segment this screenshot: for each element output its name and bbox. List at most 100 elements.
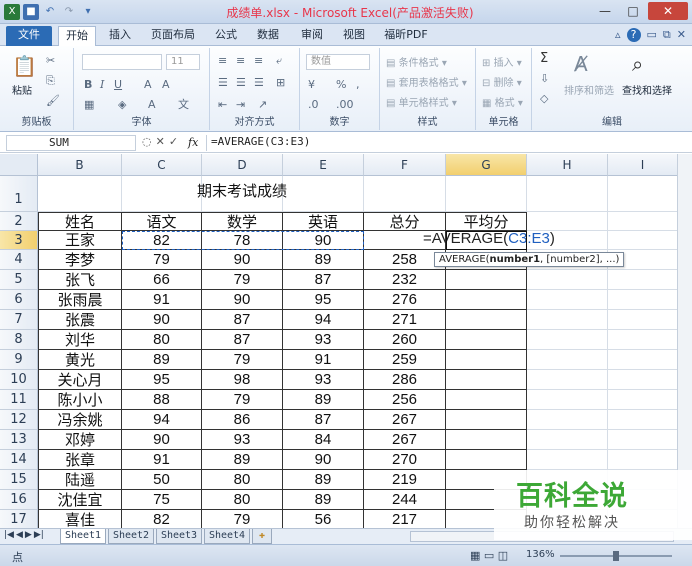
student-name-cell[interactable]: 邓婷 [38, 430, 122, 450]
grid-cell[interactable] [527, 430, 608, 450]
expand-icon[interactable]: ◌ [142, 135, 152, 148]
score-cell[interactable]: 270 [364, 450, 446, 470]
tab-foxit-pdf[interactable]: 福昕PDF [380, 26, 432, 46]
grid-cell[interactable] [608, 310, 678, 330]
score-cell[interactable]: 86 [202, 410, 283, 430]
cancel-icon[interactable]: ✕ [156, 135, 165, 148]
score-cell[interactable]: 232 [364, 270, 446, 290]
tab-data[interactable]: 数据 [250, 26, 286, 46]
score-cell[interactable]: 79 [202, 510, 283, 528]
grid-cell[interactable] [608, 390, 678, 410]
format-painter-icon[interactable]: 🖌 [46, 94, 60, 108]
grid-cell[interactable] [527, 450, 608, 470]
row-header-15[interactable]: 15 [0, 470, 38, 490]
column-header-e[interactable]: E [283, 154, 364, 176]
sort-filter-button[interactable]: 排序和筛选 [564, 82, 614, 97]
grid-cell[interactable] [608, 350, 678, 370]
score-cell[interactable]: 93 [283, 370, 364, 390]
score-cell[interactable]: 80 [202, 490, 283, 510]
format-cells-button[interactable]: ▦ 格式 ▾ [482, 94, 523, 109]
paste-button[interactable]: 粘贴 [12, 82, 32, 97]
decrease-decimal-icon[interactable]: .00 [336, 98, 354, 112]
score-cell[interactable]: 271 [364, 310, 446, 330]
sheet-tab-sheet1[interactable]: Sheet1 [60, 529, 106, 544]
number-format-combo[interactable]: 数值 [306, 54, 370, 70]
row-header-11[interactable]: 11 [0, 390, 38, 410]
find-select-button[interactable]: 查找和选择 [622, 82, 672, 97]
row-header-8[interactable]: 8 [0, 330, 38, 350]
increase-decimal-icon[interactable]: .0 [308, 98, 319, 112]
name-box[interactable]: SUM [6, 135, 136, 151]
clear-icon[interactable]: ◇ [540, 92, 548, 106]
paste-icon[interactable]: 📋 [12, 54, 37, 78]
cell-styles-button[interactable]: ▤ 单元格样式 ▾ [386, 94, 457, 109]
score-cell[interactable] [446, 390, 527, 410]
row-header-5[interactable]: 5 [0, 270, 38, 290]
workbook-close-icon[interactable]: ✕ [677, 28, 686, 42]
row-header-4[interactable]: 4 [0, 250, 38, 270]
row-header-10[interactable]: 10 [0, 370, 38, 390]
score-cell[interactable]: 75 [122, 490, 202, 510]
phonetic-icon[interactable]: 文 [178, 98, 189, 112]
score-cell[interactable]: 87 [202, 310, 283, 330]
grid-cell[interactable] [608, 410, 678, 430]
view-buttons[interactable]: ▦ ▭ ◫ [470, 549, 508, 562]
score-cell[interactable]: 259 [364, 350, 446, 370]
zoom-slider[interactable] [560, 551, 672, 561]
workbook-minimize-icon[interactable]: ▭ [647, 28, 657, 42]
cut-icon[interactable]: ✂ [46, 54, 55, 68]
grid-cell[interactable] [527, 390, 608, 410]
student-name-cell[interactable]: 关心月 [38, 370, 122, 390]
bold-button[interactable]: B [84, 78, 92, 92]
tab-page-layout[interactable]: 页面布局 [144, 26, 202, 46]
row-header-13[interactable]: 13 [0, 430, 38, 450]
score-cell[interactable]: 286 [364, 370, 446, 390]
score-cell[interactable] [446, 330, 527, 350]
column-header-g[interactable]: G [446, 154, 527, 176]
grid-cell[interactable] [527, 370, 608, 390]
grid-cell[interactable] [608, 430, 678, 450]
align-top-icon[interactable]: ≡ [218, 54, 227, 68]
score-cell[interactable]: 267 [364, 410, 446, 430]
align-center-icon[interactable]: ☰ [236, 76, 246, 90]
format-as-table-button[interactable]: ▤ 套用表格格式 ▾ [386, 74, 467, 89]
zoom-slider-thumb[interactable] [613, 551, 619, 561]
student-name-cell[interactable]: 刘华 [38, 330, 122, 350]
score-cell[interactable]: 87 [283, 410, 364, 430]
fill-color-icon[interactable]: ◈ [118, 98, 126, 112]
grid-cell[interactable] [608, 270, 678, 290]
grid-cell[interactable] [527, 270, 608, 290]
next-sheet-icon[interactable]: ▶ [25, 530, 32, 540]
score-cell[interactable]: 98 [202, 370, 283, 390]
score-cell[interactable]: 79 [202, 390, 283, 410]
sheet-tab-sheet4[interactable]: Sheet4 [204, 529, 250, 544]
sheet-tab-sheet2[interactable]: Sheet2 [108, 529, 154, 544]
font-grow-icon[interactable]: A [144, 78, 152, 92]
score-cell[interactable]: 90 [202, 290, 283, 310]
insert-cells-button[interactable]: ⊞ 插入 ▾ [482, 54, 522, 69]
grid-cell[interactable] [527, 176, 608, 212]
row-header-9[interactable]: 9 [0, 350, 38, 370]
score-cell[interactable] [446, 450, 527, 470]
tab-formulas[interactable]: 公式 [208, 26, 244, 46]
table-header-cell[interactable]: 平均分 [446, 212, 527, 231]
find-select-icon[interactable]: ⌕ [632, 52, 643, 76]
prev-sheet-icon[interactable]: ◀ [16, 530, 23, 540]
row-header-12[interactable]: 12 [0, 410, 38, 430]
score-cell[interactable]: 80 [122, 330, 202, 350]
score-cell[interactable]: 80 [202, 470, 283, 490]
align-bottom-icon[interactable]: ≡ [254, 54, 263, 68]
comma-icon[interactable]: , [356, 78, 360, 92]
column-header-f[interactable]: F [364, 154, 446, 176]
undo-icon[interactable]: ↶ [42, 4, 58, 20]
align-right-icon[interactable]: ☰ [254, 76, 264, 90]
row-header-6[interactable]: 6 [0, 290, 38, 310]
row-header-7[interactable]: 7 [0, 310, 38, 330]
score-cell[interactable]: 276 [364, 290, 446, 310]
grid-cell[interactable] [608, 231, 678, 250]
column-header-c[interactable]: C [122, 154, 202, 176]
increase-indent-icon[interactable]: ⇥ [236, 98, 245, 112]
score-cell[interactable] [446, 410, 527, 430]
score-cell[interactable]: 219 [364, 470, 446, 490]
table-header-cell[interactable]: 英语 [283, 212, 364, 231]
